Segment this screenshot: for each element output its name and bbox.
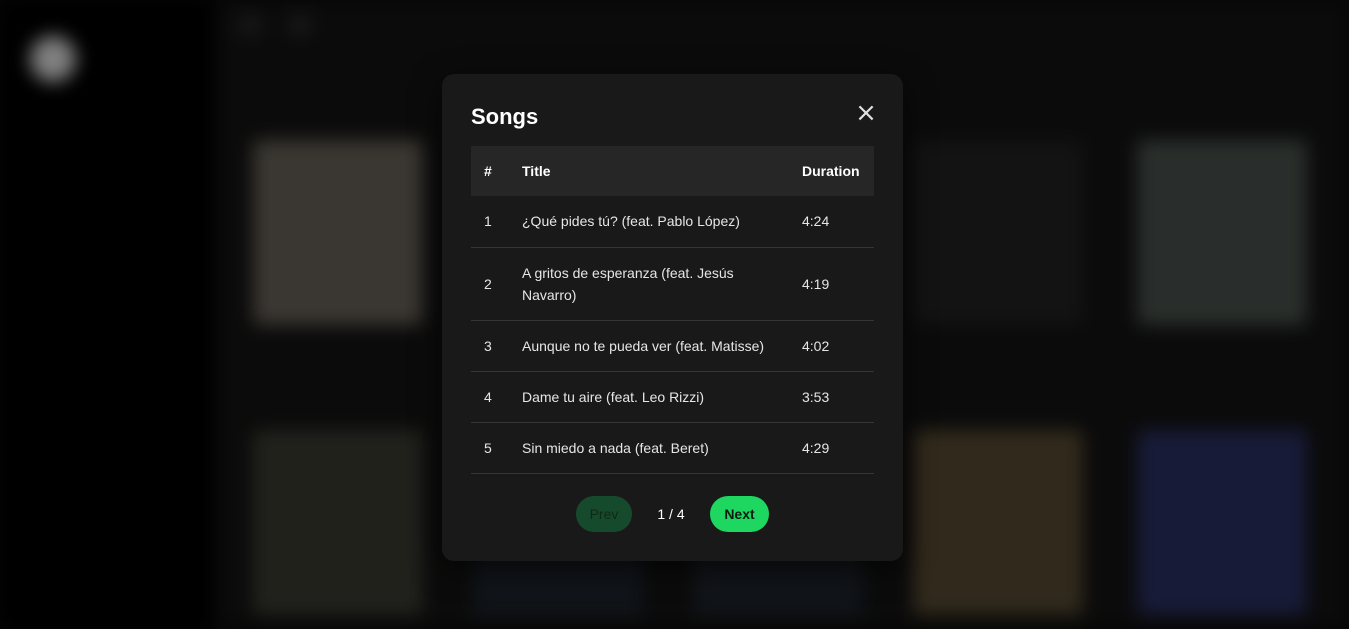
songs-table: # Title Duration 1 ¿Qué pides tú? (feat.…	[471, 146, 874, 474]
column-header-number: #	[484, 163, 492, 179]
column-header-title: Title	[522, 163, 551, 179]
track-number: 5	[471, 422, 522, 474]
modal-title: Songs	[471, 104, 539, 129]
table-header-row: # Title Duration	[471, 146, 874, 196]
pagination: Prev 1 / 4 Next	[442, 496, 903, 532]
table-row[interactable]: 1 ¿Qué pides tú? (feat. Pablo López) 4:2…	[471, 196, 874, 248]
track-duration: 4:02	[802, 320, 874, 372]
track-title-link[interactable]: Sin miedo a nada (feat. Beret)	[522, 422, 802, 474]
track-number: 4	[471, 371, 522, 423]
track-number: 1	[471, 196, 522, 248]
track-duration: 4:29	[802, 422, 874, 474]
close-button[interactable]: ×	[855, 100, 877, 126]
table-row[interactable]: 2 A gritos de esperanza (feat. Jesús Nav…	[471, 247, 874, 321]
next-button[interactable]: Next	[710, 496, 769, 532]
column-header-duration: Duration	[802, 163, 860, 179]
track-duration: 3:53	[802, 371, 874, 423]
track-title-link[interactable]: Aunque no te pueda ver (feat. Matisse)	[522, 320, 802, 372]
table-row[interactable]: 4 Dame tu aire (feat. Leo Rizzi) 3:53	[471, 371, 874, 423]
track-title-link[interactable]: Dame tu aire (feat. Leo Rizzi)	[522, 371, 802, 423]
page-indicator: 1 / 4	[657, 506, 685, 522]
track-number: 3	[471, 320, 522, 372]
track-number: 2	[471, 247, 522, 321]
close-icon: ×	[855, 98, 877, 128]
track-duration: 4:24	[802, 196, 874, 248]
track-title-link[interactable]: ¿Qué pides tú? (feat. Pablo López)	[522, 196, 802, 248]
track-title-link[interactable]: A gritos de esperanza (feat. Jesús Navar…	[522, 247, 802, 321]
songs-modal: Songs × # Title Duration 1 ¿Qué pides tú…	[442, 74, 903, 561]
prev-button[interactable]: Prev	[576, 496, 632, 532]
table-row[interactable]: 5 Sin miedo a nada (feat. Beret) 4:29	[471, 422, 874, 474]
track-duration: 4:19	[802, 247, 874, 321]
table-row[interactable]: 3 Aunque no te pueda ver (feat. Matisse)…	[471, 320, 874, 372]
